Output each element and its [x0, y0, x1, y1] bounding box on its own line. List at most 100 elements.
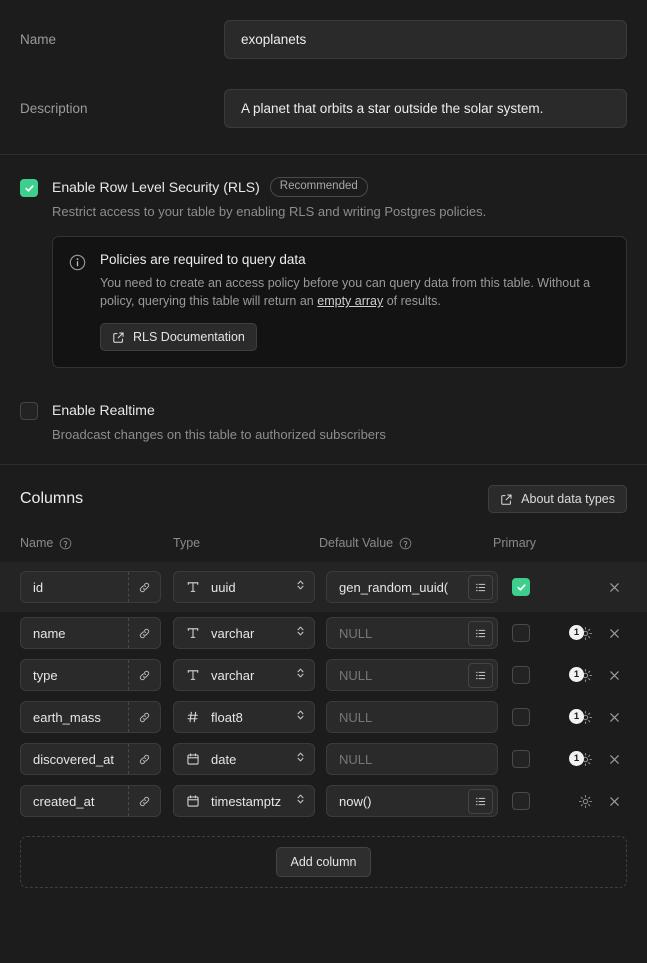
column-name-value: type [33, 667, 58, 683]
name-field-row: Name exoplanets [20, 20, 627, 59]
column-default-value: NULL [339, 625, 373, 641]
column-default-input[interactable]: gen_random_uuid( [326, 571, 498, 604]
list-icon [476, 583, 486, 592]
remove-column-button[interactable] [607, 794, 622, 809]
column-name-value: name [33, 625, 66, 641]
foreign-key-button[interactable] [128, 786, 160, 817]
close-icon[interactable] [608, 753, 621, 766]
link-icon [139, 628, 150, 638]
column-name-input[interactable]: name [20, 617, 161, 650]
text-type-icon [185, 626, 200, 640]
rls-documentation-label: RLS Documentation [133, 330, 245, 345]
primary-key-checkbox[interactable] [512, 666, 530, 685]
column-name-input[interactable]: id [20, 571, 161, 604]
list-icon [476, 797, 486, 806]
column-default-input[interactable]: NULL [326, 617, 498, 650]
help-circle-icon[interactable] [59, 537, 72, 550]
default-value-options-button[interactable] [468, 662, 493, 688]
close-icon[interactable] [608, 669, 621, 682]
header-default-label: Default Value [319, 536, 394, 551]
column-name-input[interactable]: created_at [20, 785, 161, 818]
table-description-input[interactable]: A planet that orbits a star outside the … [224, 89, 627, 128]
column-settings-button[interactable]: 1 [569, 750, 593, 768]
column-settings-button[interactable]: 1 [569, 708, 593, 726]
column-type-value: uuid [211, 579, 236, 595]
primary-key-cell [498, 624, 554, 643]
column-type-select[interactable]: date [173, 743, 315, 776]
primary-key-checkbox[interactable] [512, 708, 530, 727]
column-type-select[interactable]: varchar [173, 617, 315, 650]
primary-key-checkbox[interactable] [512, 792, 530, 811]
chevron-up-down-icon [297, 668, 304, 678]
rls-toggle-block: Enable Row Level Security (RLS) Recommen… [20, 177, 627, 369]
chevron-up-down-icon [297, 752, 304, 762]
rls-documentation-button[interactable]: RLS Documentation [100, 323, 257, 352]
column-default-value: NULL [339, 751, 373, 767]
chevron-up-down-icon [295, 708, 306, 727]
column-settings-button[interactable] [569, 792, 593, 810]
realtime-checkbox[interactable] [20, 402, 38, 421]
header-primary-label: Primary [493, 536, 537, 551]
chevron-up-down-icon [297, 626, 304, 636]
column-name-input[interactable]: earth_mass [20, 701, 161, 734]
gear-icon[interactable] [578, 794, 593, 809]
row-actions [554, 792, 627, 810]
empty-array-link[interactable]: empty array [317, 294, 383, 308]
date-type-icon [185, 752, 200, 766]
column-type-select[interactable]: varchar [173, 659, 315, 692]
column-row: name varchar NULL 1 [0, 612, 647, 654]
row-actions: 1 [554, 624, 627, 642]
column-type-select[interactable]: timestamptz [173, 785, 315, 818]
default-value-options-button[interactable] [468, 574, 493, 600]
check-icon [24, 184, 34, 192]
default-value-options-button[interactable] [468, 788, 493, 814]
remove-column-button[interactable] [607, 752, 622, 767]
foreign-key-button[interactable] [128, 618, 160, 649]
column-type-select[interactable]: uuid [173, 571, 315, 604]
column-row: type varchar NULL 1 [0, 654, 647, 696]
help-circle-icon[interactable] [399, 537, 412, 550]
remove-column-button[interactable] [607, 710, 622, 725]
table-details-section: Name exoplanets Description A planet tha… [0, 0, 647, 154]
column-default-input[interactable]: NULL [326, 701, 498, 734]
column-name-input[interactable]: discovered_at [20, 743, 161, 776]
realtime-description: Broadcast changes on this table to autho… [52, 427, 386, 443]
add-column-button[interactable]: Add column [276, 847, 371, 878]
remove-column-button[interactable] [607, 668, 622, 683]
remove-column-button[interactable] [607, 626, 622, 641]
column-default-input[interactable]: NULL [326, 743, 498, 776]
realtime-title: Enable Realtime [52, 402, 155, 419]
column-settings-button[interactable]: 1 [569, 666, 593, 684]
foreign-key-button[interactable] [128, 572, 160, 603]
primary-key-checkbox[interactable] [512, 624, 530, 643]
column-name-input[interactable]: type [20, 659, 161, 692]
rls-body: Enable Row Level Security (RLS) Recommen… [52, 177, 627, 369]
column-default-value: now() [339, 793, 372, 809]
default-value-options-button[interactable] [468, 620, 493, 646]
column-default-input[interactable]: now() [326, 785, 498, 818]
close-icon[interactable] [608, 581, 621, 594]
alert-text-after: of results. [383, 294, 441, 309]
close-icon[interactable] [608, 711, 621, 724]
foreign-key-button[interactable] [128, 660, 160, 691]
rls-checkbox[interactable] [20, 179, 38, 197]
column-name-value: created_at [33, 793, 95, 809]
alert-content: Policies are required to query data You … [100, 252, 610, 352]
text-type-icon [185, 580, 200, 594]
column-default-value: NULL [339, 667, 373, 683]
column-type-select[interactable]: float8 [173, 701, 315, 734]
remove-column-button[interactable] [607, 580, 622, 595]
about-data-types-button[interactable]: About data types [488, 485, 627, 514]
link-icon [139, 796, 150, 806]
primary-key-checkbox[interactable] [512, 578, 530, 597]
table-name-input[interactable]: exoplanets [224, 20, 627, 59]
primary-key-checkbox[interactable] [512, 750, 530, 769]
realtime-body: Enable Realtime Broadcast changes on thi… [52, 400, 627, 442]
close-icon[interactable] [608, 627, 621, 640]
column-default-input[interactable]: NULL [326, 659, 498, 692]
foreign-key-button[interactable] [128, 744, 160, 775]
foreign-key-button[interactable] [128, 702, 160, 733]
close-icon[interactable] [608, 795, 621, 808]
recommended-badge: Recommended [269, 177, 368, 197]
column-settings-button[interactable]: 1 [569, 624, 593, 642]
